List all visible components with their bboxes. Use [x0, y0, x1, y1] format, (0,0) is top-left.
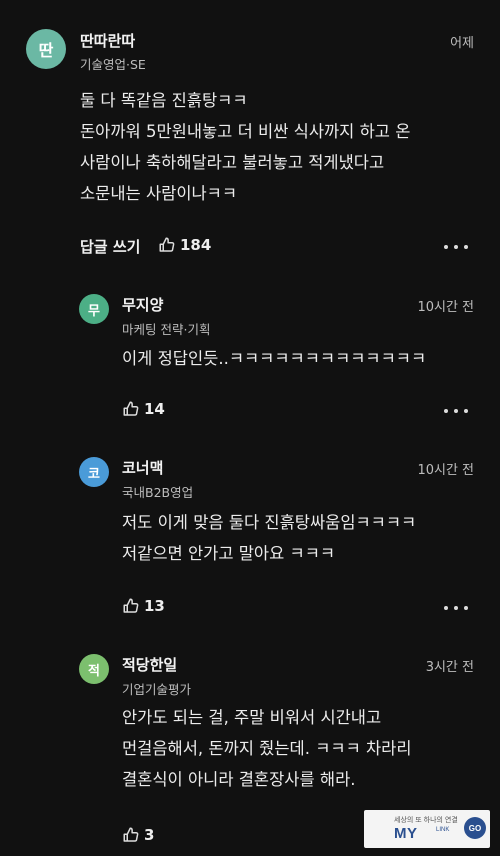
reply-line: 이게 정답인듯..ㅋㅋㅋㅋㅋㅋㅋㅋㅋㅋㅋㅋㅋ — [122, 349, 427, 368]
thumbs-up-icon — [123, 827, 139, 842]
reply-item: 무 무지양 마케팅 전략·기획 10시간 전 이게 정답인듯..ㅋㅋㅋㅋㅋㅋㅋㅋ… — [0, 280, 500, 430]
reply-line: 결혼식이 아니라 결혼장사를 해라. — [122, 770, 356, 789]
more-options-icon[interactable] — [444, 601, 468, 615]
comment-line: 사람이나 축하해달라고 불러놓고 적게냈다고 — [80, 153, 385, 172]
reply-author-dept: 기업기술평가 — [122, 682, 192, 697]
like-count: 184 — [180, 236, 212, 254]
avatar[interactable]: 적 — [79, 654, 109, 684]
reply-body: 이게 정답인듯..ㅋㅋㅋㅋㅋㅋㅋㅋㅋㅋㅋㅋㅋ — [122, 343, 426, 374]
reply-timestamp: 10시간 전 — [417, 300, 474, 315]
comment-body: 둘 다 똑같음 진흙탕ㅋㅋ 돈아까워 5만원내놓고 더 비싼 식사까지 하고 온… — [80, 85, 410, 209]
comment-line: 소문내는 사람이나ㅋㅋ — [80, 184, 238, 203]
reply-line: 저같으면 안가고 말아요 ㅋㅋㅋ — [122, 544, 336, 563]
like-count: 13 — [144, 597, 165, 615]
reply-timestamp: 10시간 전 — [417, 463, 474, 478]
comment-line: 돈아까워 5만원내놓고 더 비싼 식사까지 하고 온 — [80, 122, 411, 141]
like-button[interactable]: 3 — [122, 826, 154, 844]
thumbs-up-icon — [159, 237, 175, 252]
comment-item: 딴 딴따란따 기술영업·SE 어제 둘 다 똑같음 진흙탕ㅋㅋ 돈아까워 5만원… — [0, 0, 500, 270]
reply-author-name[interactable]: 무지양 — [122, 294, 163, 315]
watermark-brand-sub: LINK — [436, 827, 450, 833]
write-reply-button[interactable]: 답글 쓰기 — [80, 236, 140, 257]
mylink-watermark-logo: 세상의 또 하나의 연결 MY LINK GO — [364, 810, 490, 848]
comment-line: 둘 다 똑같음 진흙탕ㅋㅋ — [80, 91, 248, 110]
like-button[interactable]: 184 — [158, 236, 211, 254]
comment-timestamp: 어제 — [450, 36, 474, 51]
reply-author-name[interactable]: 코너맥 — [122, 457, 163, 478]
like-count: 3 — [144, 826, 155, 844]
thumbs-up-icon — [123, 598, 139, 613]
reply-body: 안가도 되는 걸, 주말 비워서 시간내고 먼걸음해서, 돈까지 줬는데. ㅋㅋ… — [122, 702, 412, 795]
reply-author-name[interactable]: 적당한일 — [122, 654, 177, 675]
watermark-brand: MY — [394, 825, 418, 842]
reply-author-dept: 국내B2B영업 — [122, 485, 194, 500]
comment-author-name[interactable]: 딴따란따 — [80, 30, 135, 51]
like-button[interactable]: 13 — [122, 597, 165, 615]
reply-author-dept: 마케팅 전략·기획 — [122, 322, 211, 337]
like-count: 14 — [144, 400, 165, 418]
more-options-icon[interactable] — [444, 404, 468, 418]
more-options-icon[interactable] — [444, 240, 468, 254]
thumbs-up-icon — [123, 401, 139, 416]
like-button[interactable]: 14 — [122, 400, 165, 418]
avatar[interactable]: 코 — [79, 457, 109, 487]
reply-body: 저도 이게 맞음 둘다 진흙탕싸움임ㅋㅋㅋㅋ 저같으면 안가고 말아요 ㅋㅋㅋ — [122, 507, 416, 569]
go-icon: GO — [464, 817, 486, 839]
watermark-tagline: 세상의 또 하나의 연결 — [394, 817, 458, 824]
avatar[interactable]: 무 — [79, 294, 109, 324]
reply-item: 코 코너맥 국내B2B영업 10시간 전 저도 이게 맞음 둘다 진흙탕싸움임ㅋ… — [0, 447, 500, 627]
avatar[interactable]: 딴 — [26, 29, 66, 69]
reply-line: 먼걸음해서, 돈까지 줬는데. ㅋㅋㅋ 차라리 — [122, 739, 412, 758]
reply-line: 저도 이게 맞음 둘다 진흙탕싸움임ㅋㅋㅋㅋ — [122, 513, 417, 532]
reply-line: 안가도 되는 걸, 주말 비워서 시간내고 — [122, 708, 382, 727]
comment-author-dept: 기술영업·SE — [80, 57, 146, 72]
reply-timestamp: 3시간 전 — [425, 660, 474, 675]
